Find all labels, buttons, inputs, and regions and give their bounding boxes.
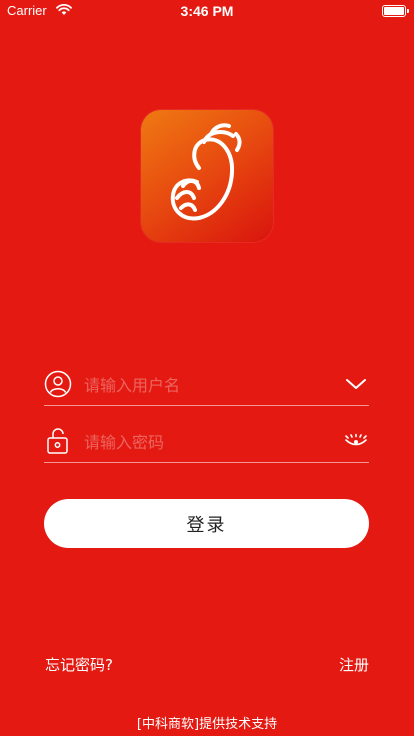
username-input[interactable] — [82, 370, 326, 400]
battery-icon — [382, 5, 409, 17]
forgot-password-link[interactable]: 忘记密码? — [45, 654, 113, 675]
footer-support-text: [中科商软]提供技术支持 — [136, 717, 278, 732]
hand-logo-icon — [170, 123, 242, 221]
password-input[interactable] — [82, 427, 326, 457]
password-underline — [44, 462, 369, 463]
user-icon — [44, 370, 72, 398]
chevron-down-icon[interactable] — [343, 372, 369, 396]
username-underline — [44, 405, 369, 406]
eye-closed-icon[interactable] — [343, 429, 369, 453]
login-button[interactable]: 登录 — [44, 499, 369, 548]
username-field — [44, 364, 369, 406]
password-field — [44, 421, 369, 463]
app-logo — [141, 110, 273, 242]
status-bar: Carrier 3:46 PM — [0, 0, 414, 22]
status-time: 3:46 PM — [180, 3, 234, 19]
register-link[interactable]: 注册 — [339, 654, 369, 675]
lock-icon — [47, 428, 68, 454]
